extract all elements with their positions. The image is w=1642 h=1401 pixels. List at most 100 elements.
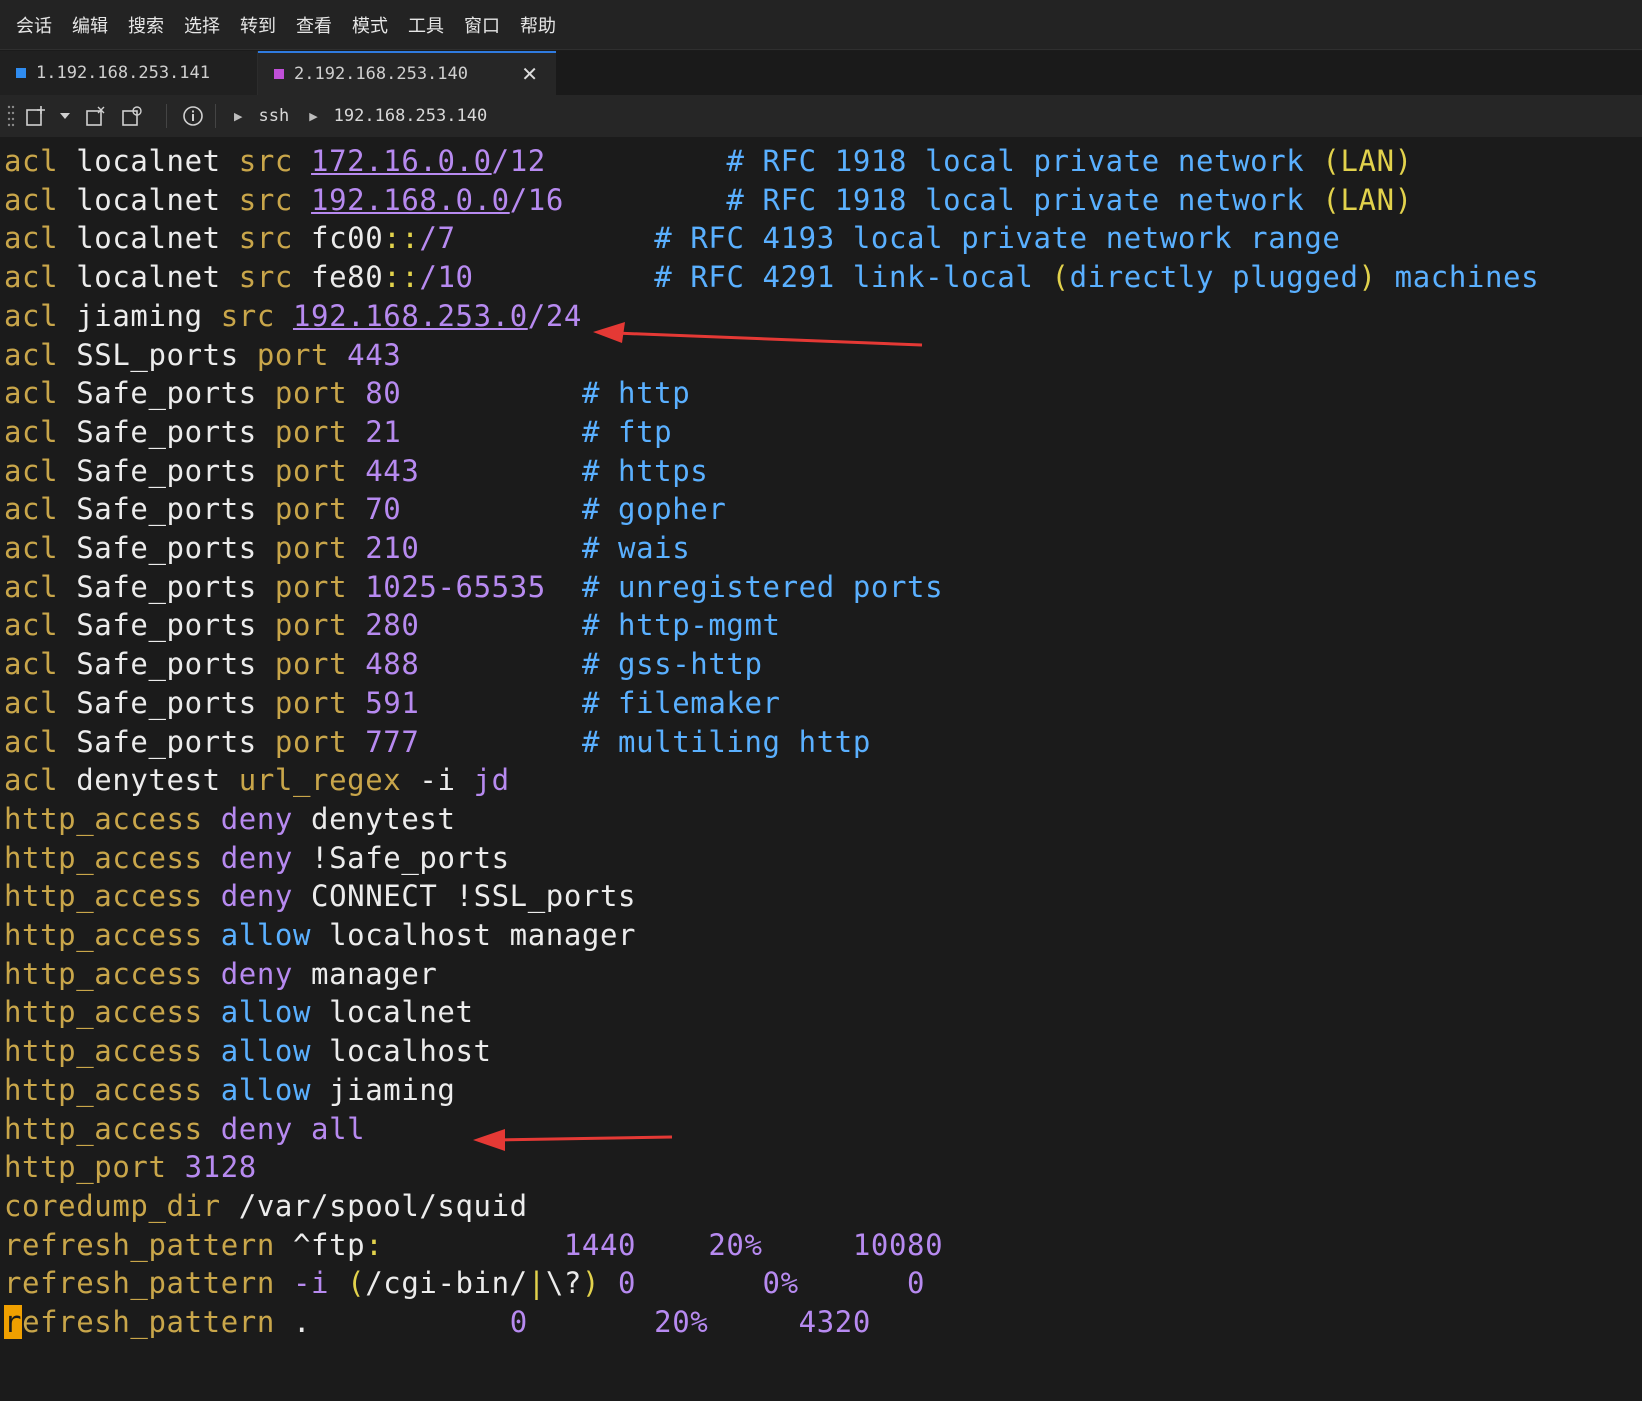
breadcrumb-protocol[interactable]: ssh bbox=[258, 106, 289, 126]
terminal-token: :: bbox=[383, 260, 420, 295]
terminal-line: acl Safe_ports port 591 # filemaker bbox=[4, 683, 781, 723]
terminal-token: 0 bbox=[509, 1305, 655, 1339]
terminal-token: /16 bbox=[509, 182, 727, 217]
terminal-token: # gopher bbox=[581, 492, 727, 527]
terminal-token: acl bbox=[4, 569, 77, 604]
terminal-token: url_regex bbox=[238, 763, 420, 798]
terminal-token: 0% bbox=[762, 1266, 908, 1301]
breadcrumb-arrow-icon: ▶ bbox=[309, 109, 318, 123]
menu-view[interactable]: 查看 bbox=[296, 12, 332, 38]
tab-session-1[interactable]: 1.192.168.253.141 bbox=[0, 51, 258, 95]
terminal-token: localnet bbox=[76, 182, 239, 217]
terminal-token: jd bbox=[473, 763, 510, 798]
terminal-line: refresh_pattern -i (/cgi-bin/|\?) 0 0% 0 bbox=[4, 1263, 925, 1303]
terminal-token: jiaming bbox=[76, 298, 221, 333]
chevron-down-icon[interactable] bbox=[58, 102, 72, 130]
terminal-line: acl Safe_ports port 80 # http bbox=[4, 373, 690, 413]
terminal-token: Safe_ports bbox=[76, 608, 275, 643]
menu-mode[interactable]: 模式 bbox=[352, 12, 388, 38]
terminal-token: fe80 bbox=[311, 260, 384, 295]
terminal-line: acl Safe_ports port 21 # ftp bbox=[4, 412, 672, 452]
terminal-token: . bbox=[292, 1305, 510, 1339]
info-icon[interactable] bbox=[179, 102, 207, 130]
terminal-token: 210 bbox=[365, 531, 582, 565]
tab-label: 2.192.168.253.140 bbox=[294, 64, 468, 84]
terminal-token: deny bbox=[220, 1111, 312, 1146]
terminal-token: 80 bbox=[365, 376, 582, 411]
terminal-token: acl bbox=[4, 221, 77, 256]
tab-session-2[interactable]: 2.192.168.253.140 ✕ bbox=[258, 51, 556, 95]
terminal-token: Safe_ports bbox=[76, 569, 275, 604]
toolbar-divider bbox=[215, 104, 216, 128]
terminal-token: src bbox=[238, 182, 312, 217]
terminal-line: coredump_dir /var/spool/squid bbox=[4, 1186, 528, 1226]
terminal-token: # RFC 1918 local private network bbox=[726, 144, 1323, 178]
terminal-token: http_access bbox=[4, 918, 221, 952]
terminal-line: acl localnet src 192.168.0.0/16 # RFC 19… bbox=[4, 180, 1413, 220]
terminal-token: src bbox=[238, 144, 312, 178]
terminal-token: 1440 bbox=[563, 1227, 709, 1262]
terminal-token: port bbox=[274, 531, 366, 565]
drag-handle-icon[interactable] bbox=[6, 102, 16, 130]
terminal-token: | bbox=[527, 1266, 546, 1301]
terminal-token: -i bbox=[292, 1266, 348, 1301]
terminal-line: refresh_pattern ^ftp: 1440 20% 10080 bbox=[4, 1225, 943, 1265]
new-session-icon[interactable] bbox=[22, 102, 50, 130]
terminal-token: 443 bbox=[347, 337, 402, 372]
terminal-token: localnet bbox=[76, 221, 239, 256]
terminal-token: 0 bbox=[600, 1266, 763, 1301]
terminal-token: 591 bbox=[365, 685, 582, 720]
terminal-token: /10 bbox=[419, 260, 655, 295]
breadcrumb-host[interactable]: 192.168.253.140 bbox=[334, 106, 488, 126]
terminal-cursor: r bbox=[4, 1305, 23, 1339]
reconnect-icon[interactable] bbox=[118, 102, 146, 130]
duplicate-session-icon[interactable] bbox=[82, 102, 110, 130]
menu-select[interactable]: 选择 bbox=[184, 12, 220, 38]
terminal-token: allow bbox=[220, 995, 330, 1030]
close-tab-icon[interactable]: ✕ bbox=[521, 62, 538, 86]
terminal-token: 443 bbox=[365, 453, 582, 488]
terminal-token: 0 bbox=[907, 1266, 926, 1301]
terminal-token: # RFC 4291 link-local bbox=[654, 260, 1052, 295]
menu-window[interactable]: 窗口 bbox=[464, 12, 500, 38]
terminal-line: acl localnet src fc00::/7 # RFC 4193 loc… bbox=[4, 218, 1340, 258]
menu-session[interactable]: 会话 bbox=[16, 12, 52, 38]
terminal-token: # http bbox=[581, 376, 691, 411]
terminal-token: # http-mgmt bbox=[581, 608, 781, 643]
terminal-token: 3128 bbox=[184, 1150, 257, 1185]
terminal-token: deny bbox=[220, 879, 312, 914]
terminal-line: refresh_pattern . 0 20% 4320 bbox=[4, 1302, 871, 1342]
terminal-output[interactable]: acl localnet src 172.16.0.0/12 # RFC 191… bbox=[0, 141, 1642, 1401]
terminal-token: : bbox=[365, 1227, 384, 1262]
toolbar-divider bbox=[166, 104, 167, 128]
menu-edit[interactable]: 编辑 bbox=[72, 12, 108, 38]
terminal-token: acl bbox=[4, 492, 77, 527]
terminal-token: /7 bbox=[419, 221, 655, 256]
terminal-token: 4320 bbox=[798, 1305, 871, 1339]
terminal-token: # RFC 1918 local private network bbox=[726, 182, 1323, 217]
menu-search[interactable]: 搜索 bbox=[128, 12, 164, 38]
menu-tools[interactable]: 工具 bbox=[408, 12, 444, 38]
terminal-token: localhost manager bbox=[329, 918, 637, 952]
terminal-token: http_access bbox=[4, 801, 221, 836]
terminal-line: http_access allow localhost manager bbox=[4, 915, 636, 955]
terminal-token: acl bbox=[4, 337, 77, 372]
menu-help[interactable]: 帮助 bbox=[520, 12, 556, 38]
menu-goto[interactable]: 转到 bbox=[240, 12, 276, 38]
terminal-token: /24 bbox=[527, 298, 582, 333]
terminal-token: acl bbox=[4, 453, 77, 488]
terminal-token: ^ftp bbox=[292, 1227, 366, 1262]
terminal-line: acl Safe_ports port 777 # multiling http bbox=[4, 722, 871, 762]
terminal-token: denytest bbox=[311, 801, 456, 836]
terminal-token: ) bbox=[581, 1266, 600, 1301]
terminal-token: port bbox=[274, 724, 366, 759]
terminal-token: # ftp bbox=[581, 414, 673, 449]
terminal-token: # gss-http bbox=[581, 647, 763, 682]
terminal-token: efresh_pattern bbox=[22, 1305, 293, 1339]
terminal-line: http_access allow jiaming bbox=[4, 1070, 456, 1110]
terminal-token: Safe_ports bbox=[76, 492, 275, 527]
terminal-token: # filemaker bbox=[581, 685, 781, 720]
breadcrumb-arrow-icon: ▶ bbox=[234, 109, 243, 123]
terminal-token: all bbox=[311, 1111, 366, 1146]
terminal-token: acl bbox=[4, 414, 77, 449]
